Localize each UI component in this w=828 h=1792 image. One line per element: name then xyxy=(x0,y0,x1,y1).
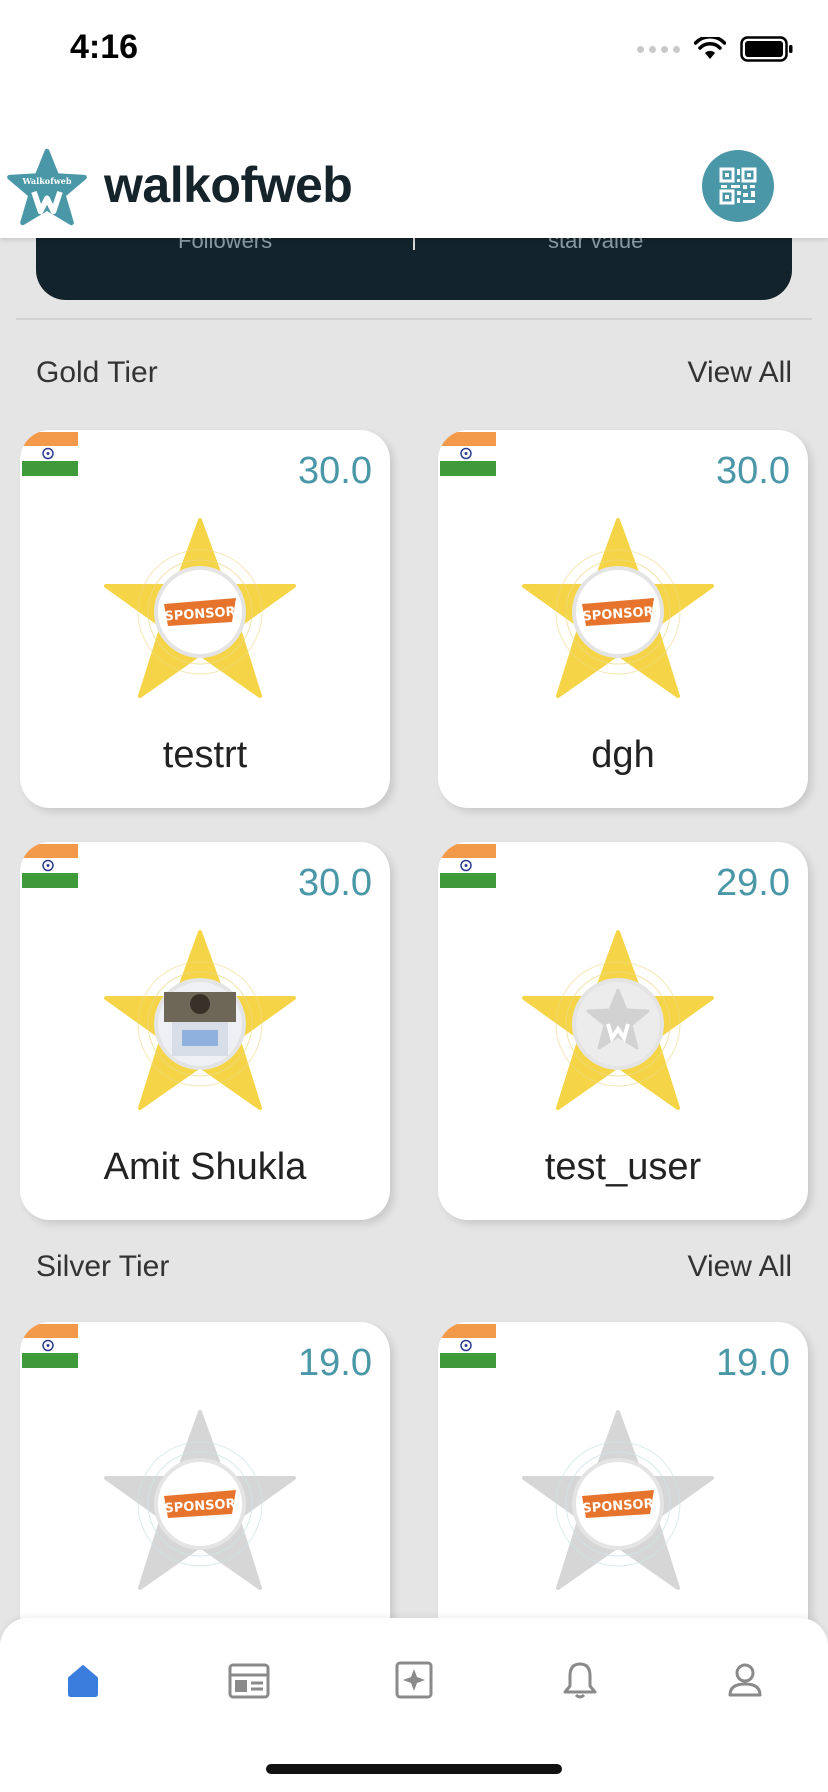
gold-card-test-user[interactable]: 29.0 test_user xyxy=(438,842,808,1220)
india-flag-icon xyxy=(22,432,78,476)
profile-icon xyxy=(728,1663,762,1697)
app-header: Walkofweb walkofweb xyxy=(0,100,828,238)
card-score: 19.0 xyxy=(716,1342,790,1384)
card-name: testrt xyxy=(162,734,248,776)
sparkle-icon xyxy=(395,1661,433,1699)
gold-tier-view-all[interactable]: View All xyxy=(687,356,792,390)
card-score: 30.0 xyxy=(298,450,372,492)
status-bar: 4:16 xyxy=(0,0,828,100)
india-flag-icon xyxy=(440,1324,496,1368)
gold-card-dgh[interactable]: 30.0 SPONSOR dgh xyxy=(438,430,808,808)
home-indicator xyxy=(266,1764,562,1774)
app-title: walkofweb xyxy=(104,157,353,213)
home-icon xyxy=(68,1665,98,1697)
nav-notifications[interactable] xyxy=(550,1650,610,1710)
section-divider xyxy=(16,318,812,320)
bottom-navigation xyxy=(0,1618,828,1792)
nav-profile[interactable] xyxy=(715,1650,775,1710)
silver-tier-title: Silver Tier xyxy=(36,1250,170,1283)
status-time: 4:16 xyxy=(70,28,139,66)
wifi-icon xyxy=(694,37,726,59)
gold-star-icon: SPONSOR xyxy=(104,518,296,698)
india-flag-icon xyxy=(440,844,496,888)
nav-feed[interactable] xyxy=(219,1650,279,1710)
nav-sparkle[interactable] xyxy=(384,1650,444,1710)
card-name: dgh xyxy=(591,734,655,776)
gold-star-icon xyxy=(522,930,714,1110)
gold-card-amit-shukla[interactable]: 30.0 Amit Shukla xyxy=(20,842,390,1220)
card-score: 29.0 xyxy=(716,862,790,904)
india-flag-icon xyxy=(22,844,78,888)
gold-star-icon xyxy=(104,930,296,1110)
gold-card-testrt[interactable]: 30.0 SPONSOR testrt xyxy=(20,430,390,808)
india-flag-icon xyxy=(22,1324,78,1368)
signal-dots-icon xyxy=(637,45,680,53)
qr-code-button[interactable] xyxy=(702,150,774,222)
card-score: 30.0 xyxy=(298,862,372,904)
status-icons xyxy=(637,34,794,64)
battery-icon xyxy=(740,36,793,62)
card-name: Amit Shukla xyxy=(103,1146,307,1188)
india-flag-icon xyxy=(440,432,496,476)
card-name: test_user xyxy=(544,1146,702,1188)
gold-star-icon: SPONSOR xyxy=(522,518,714,698)
qr-code-icon xyxy=(719,167,757,205)
card-score: 19.0 xyxy=(298,1342,372,1384)
silver-star-icon: SPONSOR xyxy=(522,1410,714,1590)
silver-star-icon: SPONSOR xyxy=(104,1410,296,1590)
card-score: 30.0 xyxy=(716,450,790,492)
silver-tier-view-all[interactable]: View All xyxy=(687,1250,792,1284)
logo-text: Walkofweb xyxy=(21,176,71,186)
walkofweb-logo-icon[interactable]: Walkofweb xyxy=(6,148,88,226)
gold-tier-title: Gold Tier xyxy=(36,356,158,389)
feed-icon xyxy=(228,1663,270,1699)
bell-icon xyxy=(563,1662,597,1699)
nav-home[interactable] xyxy=(53,1650,113,1710)
